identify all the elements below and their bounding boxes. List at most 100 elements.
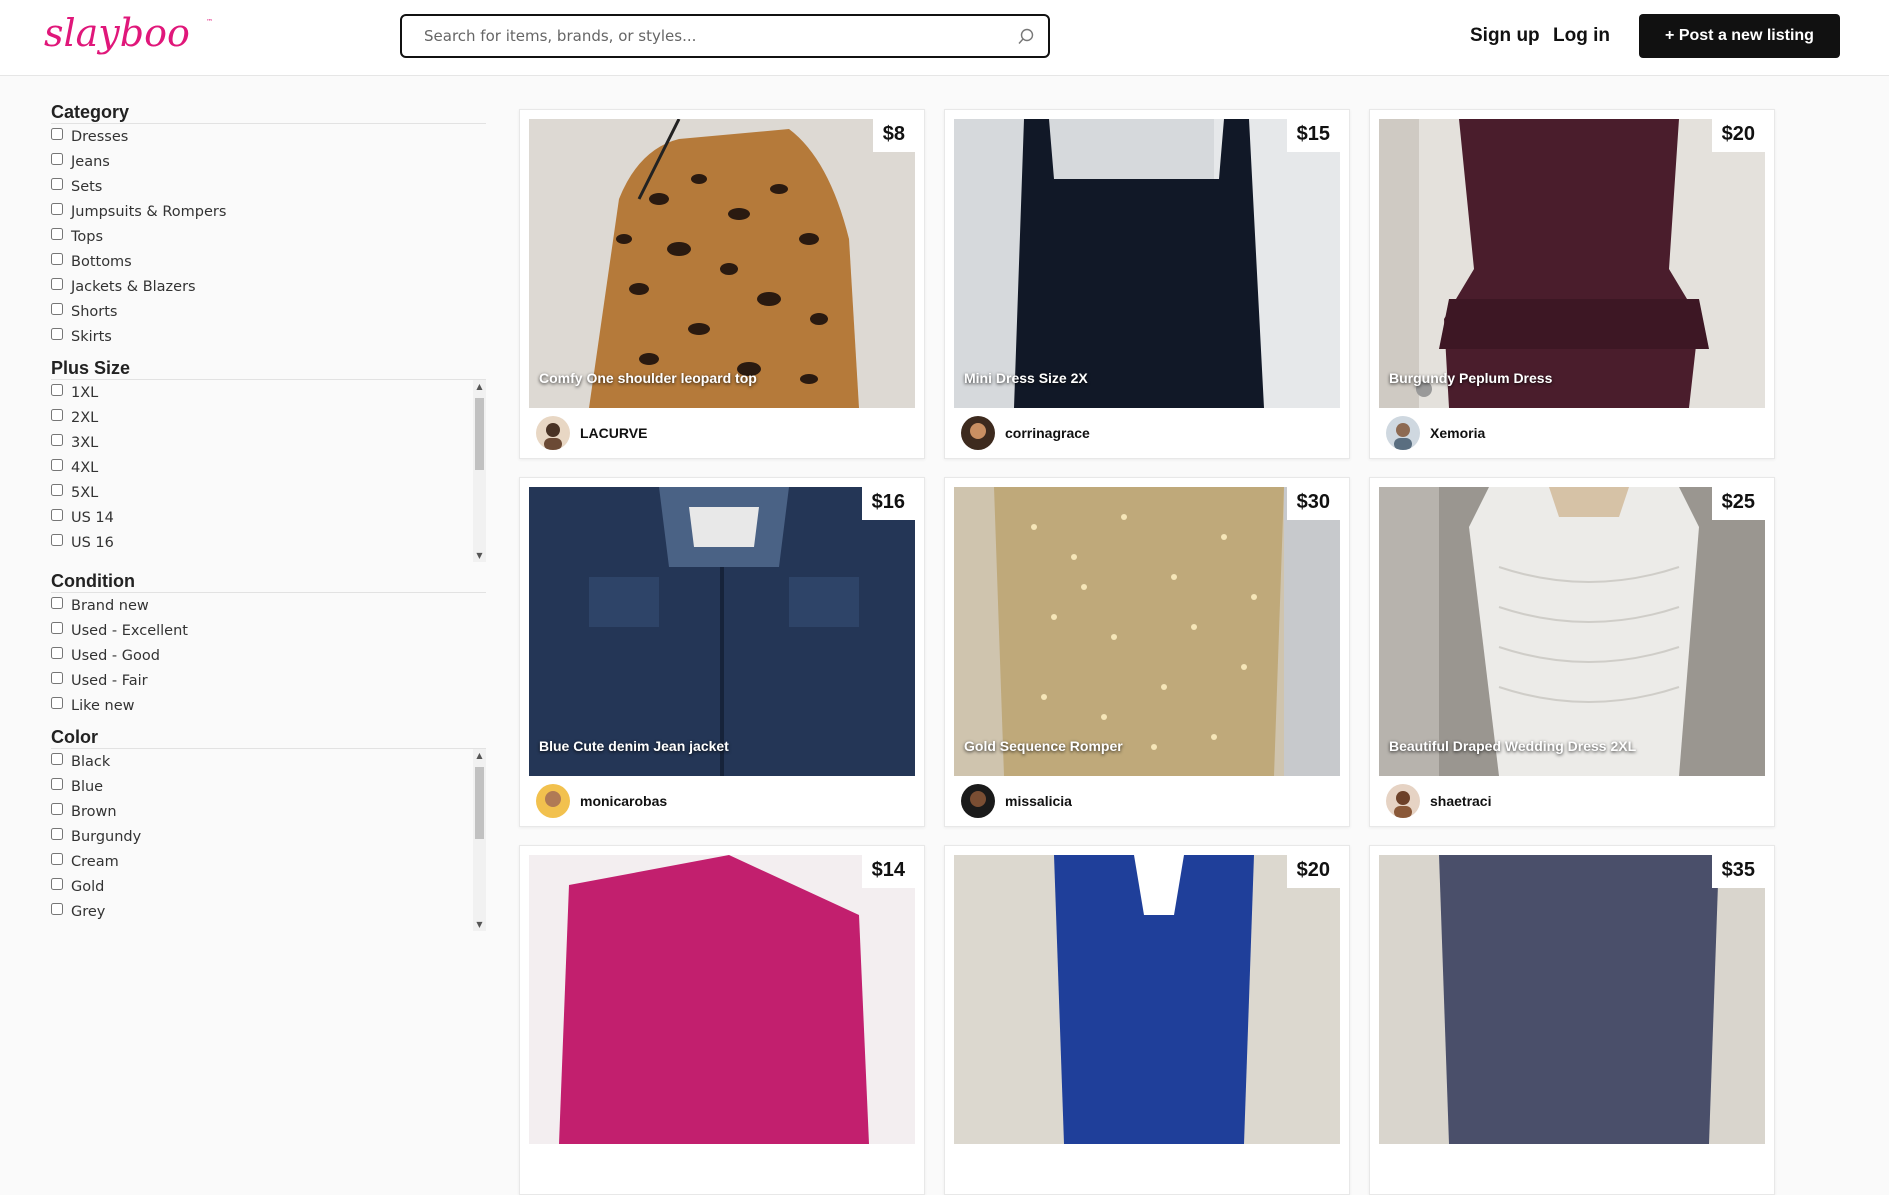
seller-username[interactable]: monicarobas <box>580 793 667 809</box>
seller-info[interactable]: Xemoria <box>1386 415 1485 451</box>
listing-card[interactable]: $35 <box>1369 845 1775 1195</box>
checkbox[interactable] <box>51 533 63 546</box>
listing-photo[interactable]: $20 Burgundy Peplum Dress <box>1379 119 1765 408</box>
filter-option[interactable]: Gold <box>51 874 486 899</box>
post-listing-button[interactable]: + Post a new listing <box>1639 14 1840 58</box>
filter-option[interactable]: Shorts <box>51 299 486 324</box>
filter-option[interactable]: 5XL <box>51 480 486 505</box>
filter-option[interactable]: Jumpsuits & Rompers <box>51 199 486 224</box>
sign-up-link[interactable]: Sign up <box>1470 25 1540 47</box>
filter-option[interactable]: 3XL <box>51 430 486 455</box>
filter-option[interactable]: Skirts <box>51 324 486 349</box>
filter-option[interactable]: Bottoms <box>51 249 486 274</box>
checkbox[interactable] <box>51 777 63 790</box>
checkbox[interactable] <box>51 252 63 265</box>
checkbox[interactable] <box>51 152 63 165</box>
filter-option[interactable]: Used - Fair <box>51 668 486 693</box>
checkbox[interactable] <box>51 696 63 709</box>
listing-photo[interactable]: $16 Blue Cute denim Jean jacket <box>529 487 915 776</box>
filter-option[interactable]: Used - Good <box>51 643 486 668</box>
seller-info[interactable]: monicarobas <box>536 783 667 819</box>
avatar[interactable] <box>1386 784 1420 818</box>
seller-username[interactable]: missalicia <box>1005 793 1072 809</box>
seller-username[interactable]: corrinagrace <box>1005 425 1090 441</box>
checkbox[interactable] <box>51 671 63 684</box>
checkbox[interactable] <box>51 852 63 865</box>
checkbox[interactable] <box>51 752 63 765</box>
scrollbar[interactable]: ▲ ▼ <box>473 380 486 562</box>
listing-photo[interactable]: $20 <box>954 855 1340 1144</box>
filter-option[interactable]: US 14 <box>51 505 486 530</box>
checkbox[interactable] <box>51 433 63 446</box>
seller-username[interactable]: shaetraci <box>1430 793 1491 809</box>
listing-photo[interactable]: $14 <box>529 855 915 1144</box>
listing-card[interactable]: $25 Beautiful Draped Wedding Dress 2XL s… <box>1369 477 1775 827</box>
scroll-down-icon[interactable]: ▼ <box>473 549 486 562</box>
seller-username[interactable]: Xemoria <box>1430 425 1485 441</box>
filter-option[interactable]: Jackets & Blazers <box>51 274 486 299</box>
listing-card[interactable]: $20 Burgundy Peplum Dress Xemoria <box>1369 109 1775 459</box>
filter-option[interactable]: 1XL <box>51 380 486 405</box>
filter-option[interactable]: 4XL <box>51 455 486 480</box>
listing-card[interactable]: $20 <box>944 845 1350 1195</box>
checkbox[interactable] <box>51 877 63 890</box>
listing-photo[interactable]: $25 Beautiful Draped Wedding Dress 2XL <box>1379 487 1765 776</box>
scrollbar[interactable]: ▲ ▼ <box>473 749 486 931</box>
seller-info[interactable]: corrinagrace <box>961 415 1090 451</box>
listing-photo[interactable]: $8 Comfy One shoulder leopard top <box>529 119 915 408</box>
checkbox[interactable] <box>51 127 63 140</box>
checkbox[interactable] <box>51 508 63 521</box>
filter-option[interactable]: Cream <box>51 849 486 874</box>
filter-option[interactable]: 2XL <box>51 405 486 430</box>
scroll-thumb[interactable] <box>475 398 484 470</box>
checkbox[interactable] <box>51 302 63 315</box>
avatar[interactable] <box>536 784 570 818</box>
slayboo-logo[interactable]: slayboo ™ <box>44 8 219 60</box>
checkbox[interactable] <box>51 408 63 421</box>
seller-username[interactable]: LACURVE <box>580 425 647 441</box>
filter-option[interactable]: Jeans <box>51 149 486 174</box>
checkbox[interactable] <box>51 827 63 840</box>
search-icon[interactable] <box>1016 27 1036 47</box>
listing-card[interactable]: $8 Comfy One shoulder leopard top LACURV… <box>519 109 925 459</box>
checkbox[interactable] <box>51 458 63 471</box>
listing-card[interactable]: $15 Mini Dress Size 2X corrinagrace <box>944 109 1350 459</box>
filter-option[interactable]: Black <box>51 749 486 774</box>
filter-option[interactable]: Burgundy <box>51 824 486 849</box>
checkbox[interactable] <box>51 177 63 190</box>
filter-option[interactable]: Used - Excellent <box>51 618 486 643</box>
log-in-link[interactable]: Log in <box>1553 25 1610 47</box>
search-input[interactable] <box>424 25 1004 47</box>
filter-option[interactable]: Like new <box>51 693 486 718</box>
listing-photo[interactable]: $35 <box>1379 855 1765 1144</box>
seller-info[interactable]: shaetraci <box>1386 783 1491 819</box>
scroll-up-icon[interactable]: ▲ <box>473 749 486 762</box>
listing-card[interactable]: $14 <box>519 845 925 1195</box>
checkbox[interactable] <box>51 383 63 396</box>
filter-option[interactable]: Brown <box>51 799 486 824</box>
scroll-up-icon[interactable]: ▲ <box>473 380 486 393</box>
listing-card[interactable]: $30 Gold Sequence Romper missalicia <box>944 477 1350 827</box>
filter-option[interactable]: Brand new <box>51 593 486 618</box>
checkbox[interactable] <box>51 902 63 915</box>
listing-photo[interactable]: $15 Mini Dress Size 2X <box>954 119 1340 408</box>
filter-option[interactable]: Dresses <box>51 124 486 149</box>
checkbox[interactable] <box>51 277 63 290</box>
checkbox[interactable] <box>51 327 63 340</box>
filter-option[interactable]: Blue <box>51 774 486 799</box>
checkbox[interactable] <box>51 596 63 609</box>
checkbox[interactable] <box>51 621 63 634</box>
avatar[interactable] <box>1386 416 1420 450</box>
scroll-down-icon[interactable]: ▼ <box>473 918 486 931</box>
checkbox[interactable] <box>51 202 63 215</box>
checkbox[interactable] <box>51 646 63 659</box>
avatar[interactable] <box>536 416 570 450</box>
checkbox[interactable] <box>51 227 63 240</box>
checkbox[interactable] <box>51 483 63 496</box>
scroll-thumb[interactable] <box>475 767 484 839</box>
checkbox[interactable] <box>51 802 63 815</box>
listing-card[interactable]: $16 Blue Cute denim Jean jacket monicaro… <box>519 477 925 827</box>
filter-option[interactable]: Sets <box>51 174 486 199</box>
filter-option[interactable]: US 16 <box>51 530 486 555</box>
avatar[interactable] <box>961 416 995 450</box>
